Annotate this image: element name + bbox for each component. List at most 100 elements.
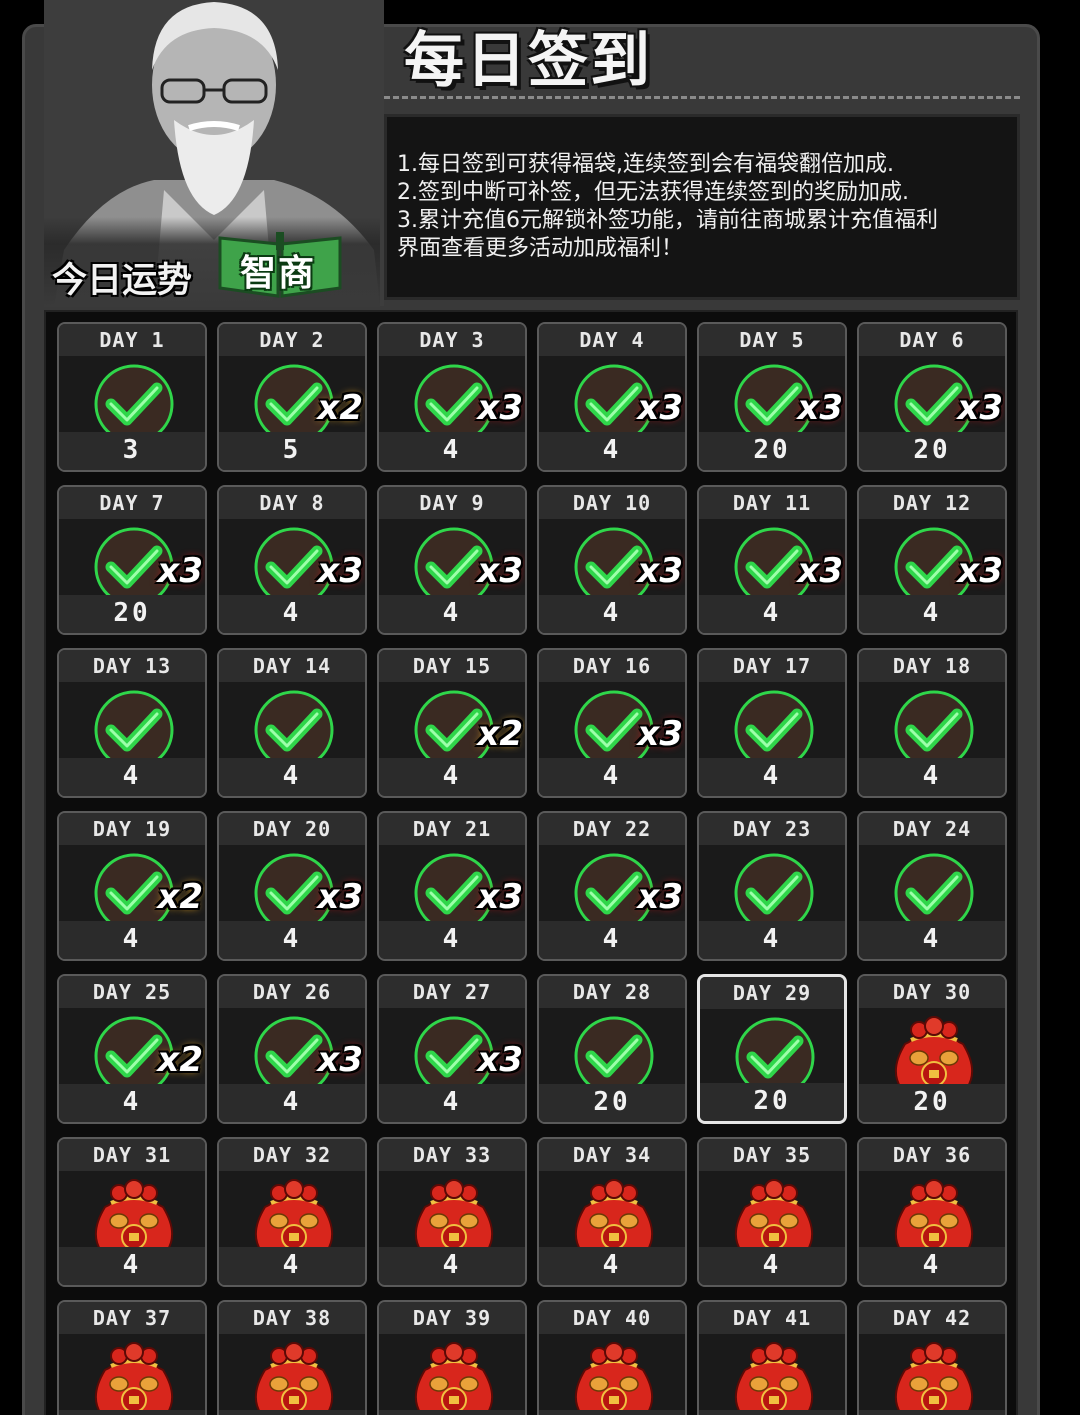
day-cell[interactable]: DAY 7 x3 20 [57, 485, 207, 635]
lucky-bag-icon [414, 1342, 494, 1415]
day-cell[interactable]: DAY 15 x2 4 [377, 648, 527, 798]
day-cell[interactable]: DAY 5 x3 20 [697, 322, 847, 472]
day-cell[interactable]: DAY 10 x3 4 [537, 485, 687, 635]
reward-amount: 4 [539, 595, 685, 633]
day-cell[interactable]: DAY 28 20 [537, 974, 687, 1124]
day-cell[interactable]: DAY 13 [57, 322, 207, 472]
calendar-grid: DAY 1 3 DAY 2 x2 5 DAY 3 x3 4 DAY 4 x3 4 DAY 5 x3 20 D… [44, 310, 1018, 1415]
day-cell[interactable]: DAY 8 x3 4 [217, 485, 367, 635]
day-cell[interactable]: DAY 17 4 [697, 648, 847, 798]
day-cell[interactable]: DAY 14 4 [217, 648, 367, 798]
day-cell[interactable]: DAY 26 x3 4 [217, 974, 367, 1124]
day-cell[interactable]: DAY 41 [697, 1300, 847, 1415]
reward-amount: 4 [539, 758, 685, 796]
reward-amount: 4 [699, 595, 845, 633]
day-cell[interactable]: DAY 13 4 [57, 648, 207, 798]
day-cell[interactable]: DAY 22 x3 4 [537, 811, 687, 961]
bonus-multiplier: x3 [317, 1040, 363, 1080]
page-title: 每日签到 [404, 26, 652, 96]
day-cell[interactable]: DAY 3 x3 4 [377, 322, 527, 472]
reward-amount: 20 [700, 1083, 844, 1121]
bonus-multiplier: x2 [317, 388, 363, 428]
reward-amount: 4 [859, 921, 1005, 959]
rule-line: 1.每日签到可获得福袋,连续签到会有福袋翻倍加成. [397, 152, 894, 177]
lucky-bag-icon [894, 1342, 974, 1415]
day-cell[interactable]: DAY 23 4 [697, 811, 847, 961]
reward-amount: 4 [859, 758, 1005, 796]
reward-amount: 4 [219, 921, 365, 959]
reward-amount: 4 [699, 758, 845, 796]
reward-amount: 4 [539, 432, 685, 470]
day-cell[interactable]: DAY 36 4 [857, 1137, 1007, 1287]
bonus-multiplier: x3 [797, 551, 843, 591]
reward-amount: 4 [219, 1247, 365, 1285]
day-cell[interactable]: DAY 25 x2 4 [57, 974, 207, 1124]
reward-amount: 4 [539, 921, 685, 959]
reward-amount [219, 1410, 365, 1415]
reward-amount: 4 [59, 1084, 205, 1122]
bonus-multiplier: x2 [157, 877, 203, 917]
day-cell[interactable]: DAY 31 4 [57, 1137, 207, 1287]
reward-amount: 4 [379, 1247, 525, 1285]
day-cell[interactable]: DAY 29 20 [697, 974, 847, 1124]
bonus-multiplier: x3 [477, 551, 523, 591]
bonus-multiplier: x3 [317, 877, 363, 917]
day-cell[interactable]: DAY 6 x3 20 [857, 322, 1007, 472]
day-cell[interactable]: DAY 35 4 [697, 1137, 847, 1287]
day-cell[interactable]: DAY 37 [57, 1300, 207, 1415]
day-cell[interactable]: DAY 12 x3 4 [857, 485, 1007, 635]
reward-amount: 4 [379, 921, 525, 959]
bonus-multiplier: x3 [797, 388, 843, 428]
fortune-label: 今日运势 [52, 261, 193, 301]
day-cell[interactable]: DAY 11 x3 4 [697, 485, 847, 635]
day-cell[interactable]: DAY 24 4 [857, 811, 1007, 961]
rule-line: 2.签到中断可补签，但无法获得连续签到的奖励加成. [397, 180, 909, 205]
reward-amount: 4 [379, 595, 525, 633]
reward-amount: 4 [379, 758, 525, 796]
lucky-bag-icon [254, 1342, 334, 1415]
day-cell[interactable]: DAY 33 4 [377, 1137, 527, 1287]
day-cell[interactable]: DAY 32 4 [217, 1137, 367, 1287]
day-cell[interactable]: DAY 2 x2 5 [217, 322, 367, 472]
reward-amount: 4 [699, 921, 845, 959]
day-cell[interactable]: DAY 39 [377, 1300, 527, 1415]
rule-line: 3.累计充值6元解锁补签功能，请前往商城累计充值福利 [397, 208, 938, 233]
rule-line: 界面查看更多活动加成福利！ [397, 236, 684, 261]
bonus-multiplier: x3 [157, 551, 203, 591]
day-cell[interactable]: DAY 40 [537, 1300, 687, 1415]
lucky-bag-icon [734, 1342, 814, 1415]
rules-box: 1.每日签到可获得福袋,连续签到会有福袋翻倍加成. 2.签到中断可补签，但无法获… [384, 114, 1020, 300]
day-cell[interactable]: DAY 38 [217, 1300, 367, 1415]
reward-amount [699, 1410, 845, 1415]
reward-amount [859, 1410, 1005, 1415]
reward-amount: 4 [59, 921, 205, 959]
day-cell[interactable]: DAY 30 20 [857, 974, 1007, 1124]
lucky-bag-icon [574, 1342, 654, 1415]
reward-amount [379, 1410, 525, 1415]
bonus-multiplier: x3 [637, 388, 683, 428]
reward-amount: 4 [539, 1247, 685, 1285]
day-cell[interactable]: DAY 34 4 [537, 1137, 687, 1287]
bonus-multiplier: x2 [477, 714, 523, 754]
bonus-multiplier: x3 [637, 877, 683, 917]
reward-amount: 20 [859, 432, 1005, 470]
day-cell[interactable]: DAY 4 x3 4 [537, 322, 687, 472]
day-cell[interactable]: DAY 20 x3 4 [217, 811, 367, 961]
day-cell[interactable]: DAY 16 x3 4 [537, 648, 687, 798]
bonus-multiplier: x3 [957, 551, 1003, 591]
bonus-multiplier: x3 [637, 551, 683, 591]
day-cell[interactable]: DAY 27 x3 4 [377, 974, 527, 1124]
reward-amount: 20 [59, 595, 205, 633]
day-cell[interactable]: DAY 19 x2 4 [57, 811, 207, 961]
day-cell[interactable]: DAY 42 [857, 1300, 1007, 1415]
reward-amount [59, 1410, 205, 1415]
fortune-value: 智商 [240, 253, 317, 294]
day-cell[interactable]: DAY 9 x3 4 [377, 485, 527, 635]
reward-amount: 4 [59, 758, 205, 796]
reward-amount: 20 [539, 1084, 685, 1122]
reward-amount: 4 [219, 758, 365, 796]
day-cell[interactable]: DAY 18 4 [857, 648, 1007, 798]
reward-amount: 4 [859, 595, 1005, 633]
bonus-multiplier: x3 [477, 388, 523, 428]
day-cell[interactable]: DAY 21 x3 4 [377, 811, 527, 961]
